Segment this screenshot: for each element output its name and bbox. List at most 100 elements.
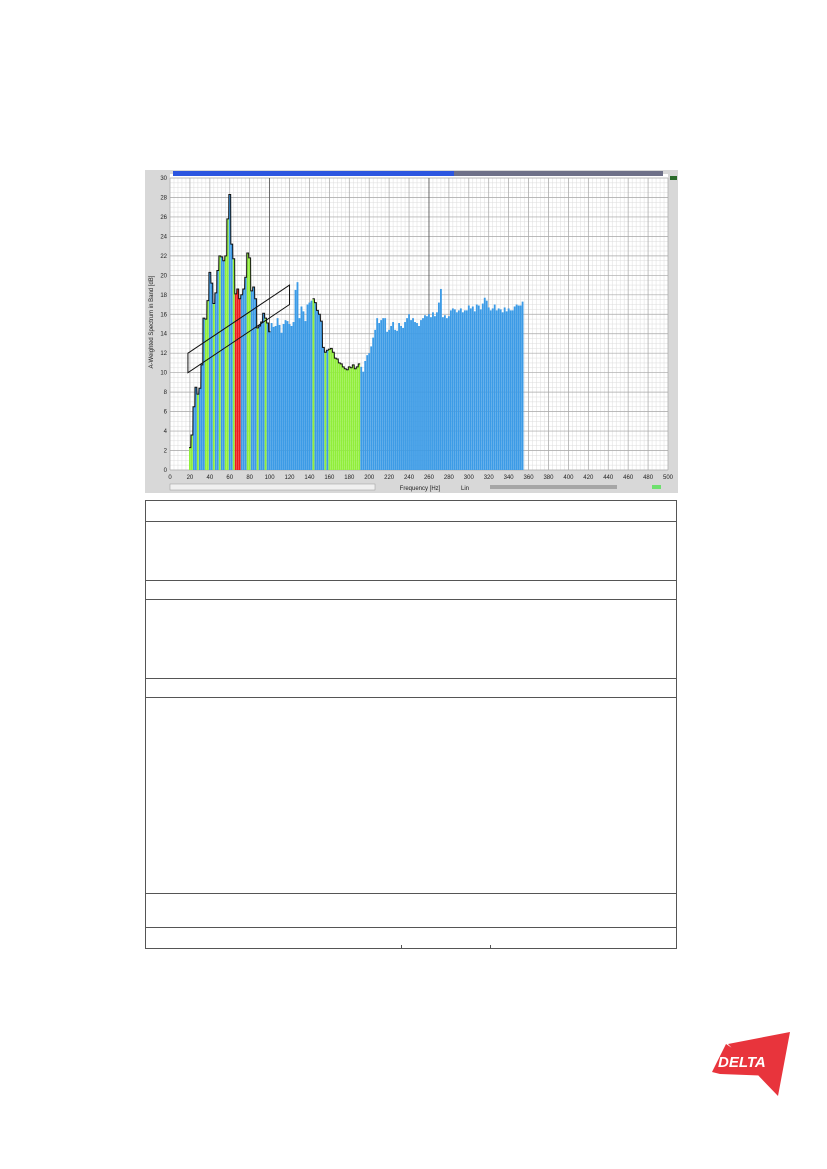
y-tick-label: 8 [164, 390, 168, 396]
bar [368, 353, 371, 470]
scale-label: Lin [461, 486, 469, 492]
bar [374, 329, 377, 470]
bar [410, 320, 412, 470]
bar [416, 323, 418, 470]
bar [268, 331, 271, 470]
bar [438, 302, 440, 470]
bar [424, 315, 426, 470]
bar [244, 277, 247, 470]
bar [376, 318, 379, 470]
bar [290, 325, 293, 470]
bar [356, 366, 359, 470]
bar [441, 317, 444, 470]
bar [463, 310, 466, 470]
bar [408, 314, 410, 470]
bar [276, 318, 279, 470]
x-tick-label: 460 [623, 475, 634, 481]
bottom-scrollbar [169, 483, 376, 491]
bar [274, 325, 277, 470]
bar [348, 366, 351, 470]
bar [465, 310, 468, 470]
y-tick-label: 14 [160, 332, 167, 338]
report-table [145, 500, 677, 949]
delta-logo: DELTA [712, 1032, 790, 1096]
bar [212, 303, 215, 470]
x-tick-label: 420 [583, 475, 594, 481]
bar [509, 310, 512, 470]
bar [366, 355, 369, 470]
bar [314, 302, 317, 470]
bar [428, 314, 430, 470]
bar [346, 369, 349, 470]
bar [330, 348, 333, 470]
x-tick-label: 480 [643, 475, 654, 481]
bar [262, 313, 265, 470]
bar [280, 332, 283, 470]
y-tick-label: 22 [160, 254, 167, 260]
x-tick-label: 40 [206, 475, 213, 481]
y-tick-label: 0 [164, 468, 168, 474]
bar [252, 287, 255, 470]
bar [328, 349, 331, 470]
bar [439, 288, 442, 470]
bar [479, 309, 482, 470]
bar [505, 311, 508, 470]
corner-indicator [670, 176, 677, 180]
bar [294, 289, 297, 470]
x-tick-label: 0 [168, 475, 172, 481]
x-tick-label: 300 [464, 475, 475, 481]
bar [457, 310, 460, 470]
y-tick-label: 2 [164, 449, 168, 455]
bar [272, 326, 275, 470]
bar [258, 325, 261, 470]
bar [394, 329, 397, 470]
x-tick-label: 140 [304, 475, 315, 481]
bar [196, 394, 199, 470]
bar [324, 352, 327, 470]
y-tick-label: 12 [160, 351, 167, 357]
bar [208, 272, 211, 470]
bar [406, 318, 408, 470]
bar [475, 304, 478, 470]
x-tick-label: 80 [246, 475, 253, 481]
bar [352, 364, 355, 470]
bar [412, 318, 414, 470]
y-tick-label: 24 [160, 234, 167, 240]
bar [398, 323, 400, 470]
bar [260, 322, 263, 470]
table-row [146, 580, 676, 600]
bar [310, 300, 313, 470]
bar [246, 252, 249, 470]
x-tick-label: 340 [504, 475, 515, 481]
bar [364, 360, 367, 470]
bar [370, 346, 373, 470]
bar [491, 308, 494, 470]
bar [493, 304, 496, 470]
bar [270, 323, 273, 470]
bar [326, 350, 329, 470]
bar [210, 283, 213, 470]
bar [240, 294, 243, 470]
x-tick-label: 440 [603, 475, 614, 481]
bar [400, 325, 402, 470]
x-tick-label: 160 [324, 475, 335, 481]
x-axis-label: Frequency [Hz] [400, 486, 441, 492]
table-row [146, 893, 676, 928]
bar [226, 218, 229, 470]
bar [322, 347, 325, 470]
bar [495, 310, 498, 470]
bar [288, 324, 291, 470]
x-tick-label: 260 [424, 475, 435, 481]
x-tick-label: 100 [265, 475, 276, 481]
bar [298, 318, 301, 470]
bar [224, 255, 227, 470]
bar [447, 316, 450, 470]
table-row [146, 501, 676, 522]
x-tick-label: 400 [563, 475, 574, 481]
bar [404, 322, 406, 470]
bar [284, 320, 287, 470]
spectrum-chart: 0 2 4 6 8 10 12 14 16 18 20 22 24 26 28 30 0 20 40 60 80 100 1… [145, 170, 678, 493]
bar [497, 308, 500, 470]
x-tick-label: 180 [344, 475, 355, 481]
y-tick-label: 4 [164, 429, 168, 435]
